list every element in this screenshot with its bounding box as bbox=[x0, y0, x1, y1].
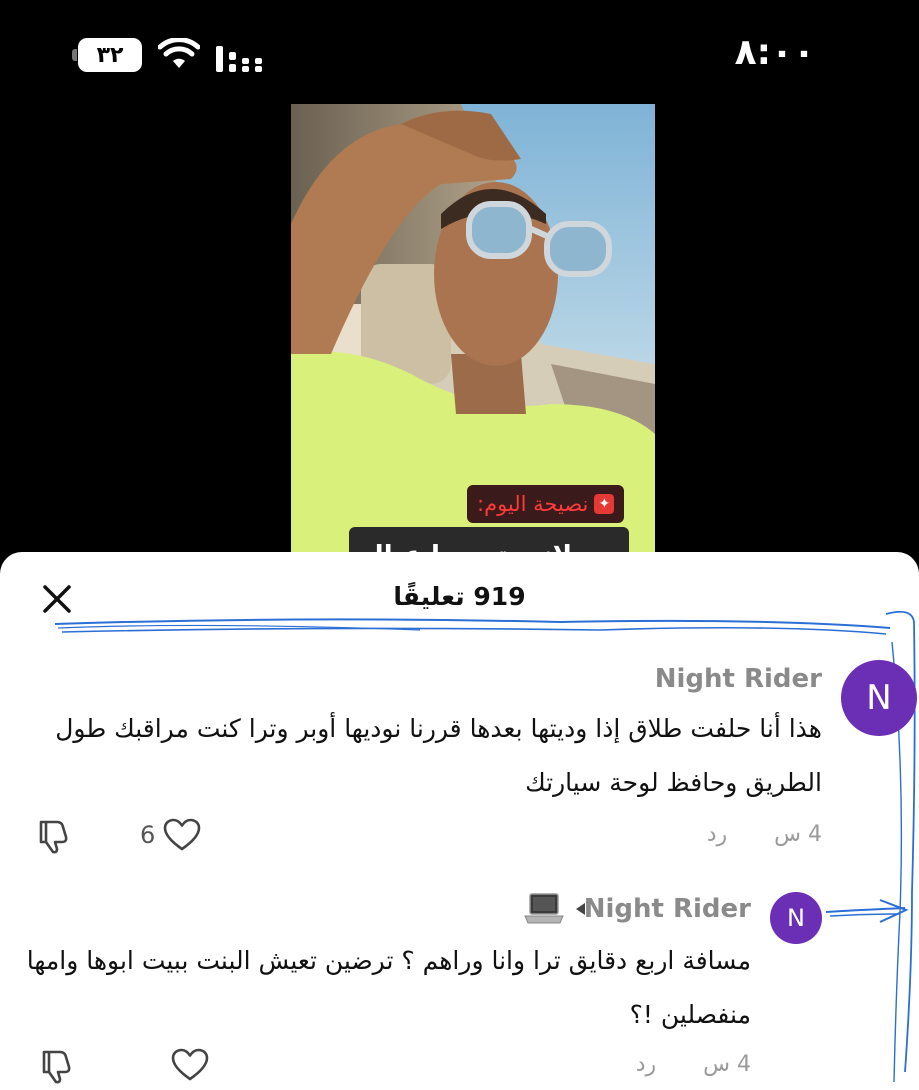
reply-arrow-icon bbox=[576, 903, 585, 915]
heart-icon bbox=[171, 1048, 209, 1081]
comments-count: 919 bbox=[473, 582, 526, 611]
heart-icon bbox=[163, 818, 201, 851]
video-player[interactable]: ✦ نصيحة اليوم: مع لاني تحييها عيال bbox=[291, 104, 655, 574]
cellular-signal-icon bbox=[216, 46, 262, 72]
like-button[interactable] bbox=[171, 1048, 209, 1082]
dislike-icon[interactable] bbox=[35, 818, 73, 854]
tip-badge: ✦ نصيحة اليوم: bbox=[467, 485, 625, 523]
reply-button[interactable]: رد bbox=[636, 1052, 656, 1077]
tip-label: نصيحة اليوم: bbox=[477, 492, 589, 516]
comment-text: هذا أنا حلفت طلاق إذا وديتها بعدها قررنا… bbox=[55, 714, 822, 797]
comment-author[interactable]: Night Rider bbox=[584, 894, 751, 924]
comment-time: 4 س bbox=[703, 1052, 751, 1077]
avatar[interactable]: N bbox=[770, 892, 822, 944]
comment-time: 4 س bbox=[774, 822, 822, 847]
status-bar: ٣٢ ٨:٠٠ bbox=[0, 0, 919, 100]
battery-icon: ٣٢ bbox=[72, 38, 142, 72]
battery-level: ٣٢ bbox=[96, 42, 124, 68]
comment-author[interactable]: Night Rider bbox=[655, 664, 822, 694]
like-button[interactable]: 6 bbox=[140, 818, 201, 852]
dislike-icon[interactable] bbox=[38, 1048, 76, 1084]
status-time: ٨:٠٠ bbox=[734, 32, 815, 73]
wifi-icon bbox=[158, 38, 200, 68]
avatar[interactable]: N bbox=[841, 660, 917, 736]
comment-meta: 4 س رد bbox=[707, 822, 822, 847]
comment-text: مسافة اربع دقايق ترا وانا وراهم ؟ ترضين … bbox=[26, 946, 751, 1029]
comment-meta: 4 س رد bbox=[636, 1052, 751, 1077]
like-count: 6 bbox=[140, 821, 156, 849]
reply-button[interactable]: رد bbox=[707, 822, 727, 847]
alert-icon: ✦ bbox=[594, 494, 615, 514]
comments-sheet: 919 تعليقًا N Night Rider هذا أنا حلفت ط… bbox=[0, 552, 919, 1090]
laptop-icon bbox=[524, 893, 564, 924]
comments-count-title: 919 تعليقًا bbox=[0, 582, 919, 611]
comments-count-label: تعليقًا bbox=[393, 582, 465, 611]
